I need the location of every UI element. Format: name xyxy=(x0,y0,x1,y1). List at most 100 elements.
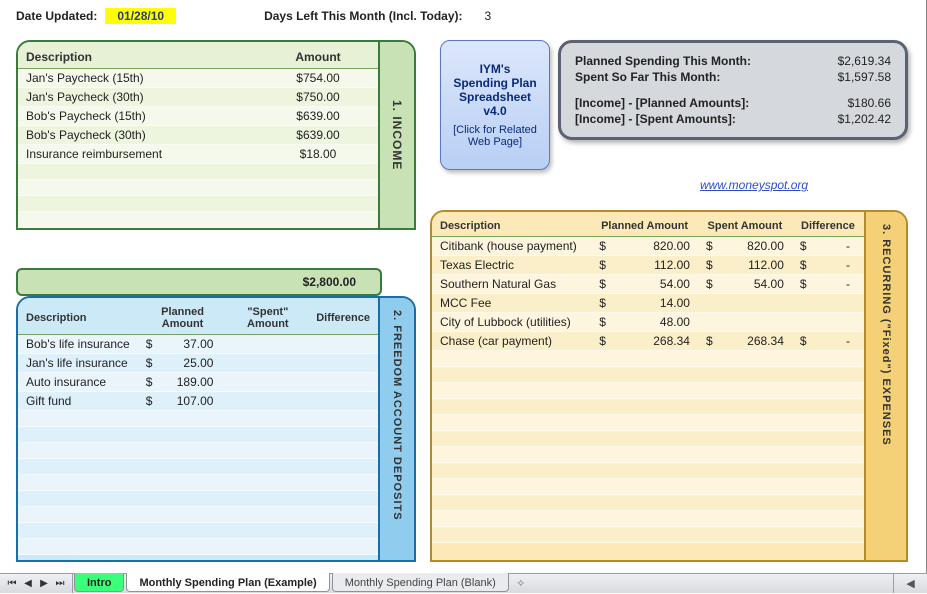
freedom-row-empty[interactable] xyxy=(18,507,378,523)
income-row[interactable]: Jan's Paycheck (30th)$750.00 xyxy=(18,88,378,107)
recurring-row-empty[interactable] xyxy=(432,431,864,447)
recurring-planned: 268.34 xyxy=(607,332,698,351)
recurring-row[interactable]: City of Lubbock (utilities) $ 48.00 xyxy=(432,313,864,332)
freedom-row-empty[interactable] xyxy=(18,459,378,475)
recurring-spent: 112.00 xyxy=(714,256,792,275)
income-row-empty[interactable] xyxy=(18,196,378,212)
summary-label: Spent So Far This Month: xyxy=(575,70,720,84)
sheet-tab-intro[interactable]: Intro xyxy=(74,573,124,592)
recurring-row-empty[interactable] xyxy=(432,415,864,431)
summary-row: Spent So Far This Month:$1,597.58 xyxy=(575,69,891,85)
currency-symbol: $ xyxy=(698,332,714,351)
summary-row: [Income] - [Spent Amounts]:$1,202.42 xyxy=(575,111,891,127)
recurring-diff: - xyxy=(808,237,864,256)
recurring-row[interactable]: Chase (car payment) $ 268.34 $268.34$- xyxy=(432,332,864,351)
income-row[interactable]: Insurance reimbursement$18.00 xyxy=(18,145,378,164)
freedom-diff xyxy=(308,392,378,411)
freedom-row[interactable]: Gift fund $ 107.00 xyxy=(18,392,378,411)
recurring-row-empty[interactable] xyxy=(432,351,864,367)
recurring-col-planned: Planned Amount xyxy=(591,212,698,237)
freedom-row-empty[interactable] xyxy=(18,539,378,555)
date-updated-value[interactable]: 01/28/10 xyxy=(105,8,176,24)
freedom-spent xyxy=(227,354,308,373)
badge-link-text: [Click for Related Web Page] xyxy=(445,124,545,148)
recurring-col-desc: Description xyxy=(432,212,591,237)
sheet-tab-bar: ⏮ ◀ ▶ ⏭ Intro Monthly Spending Plan (Exa… xyxy=(0,573,927,593)
freedom-desc: Jan's life insurance xyxy=(18,354,138,373)
income-desc: Jan's Paycheck (15th) xyxy=(18,69,258,88)
nav-first-icon[interactable]: ⏮ xyxy=(4,574,20,594)
freedom-row-empty[interactable] xyxy=(18,475,378,491)
currency-symbol: $ xyxy=(138,392,154,411)
recurring-row[interactable]: Texas Electric $ 112.00 $112.00$- xyxy=(432,256,864,275)
freedom-planned: 189.00 xyxy=(154,373,228,392)
freedom-row[interactable]: Jan's life insurance $ 25.00 xyxy=(18,354,378,373)
recurring-row-empty[interactable] xyxy=(432,383,864,399)
insert-sheet-icon[interactable]: ✧ xyxy=(510,574,532,593)
recurring-row[interactable]: Citibank (house payment) $ 820.00 $820.0… xyxy=(432,237,864,256)
summary-row: [Income] - [Planned Amounts]:$180.66 xyxy=(575,95,891,111)
badge-line2: Spending Plan xyxy=(453,76,536,90)
income-row-empty[interactable] xyxy=(18,180,378,196)
freedom-row[interactable]: Bob's life insurance $ 37.00 xyxy=(18,335,378,354)
sheet-tab-blank[interactable]: Monthly Spending Plan (Blank) xyxy=(332,573,509,592)
freedom-row-empty[interactable] xyxy=(18,443,378,459)
freedom-section: Description Planned Amount "Spent" Amoun… xyxy=(16,296,416,562)
recurring-spent: 820.00 xyxy=(714,237,792,256)
income-table: Description Amount Jan's Paycheck (15th)… xyxy=(18,42,378,228)
days-left-label: Days Left This Month (Incl. Today): xyxy=(264,9,462,23)
recurring-diff: - xyxy=(808,256,864,275)
app-badge[interactable]: IYM's Spending Plan Spreadsheet v4.0 [Cl… xyxy=(440,40,550,170)
freedom-tab-label: 2. FREEDOM ACCOUNT DEPOSITS xyxy=(391,310,403,521)
income-row[interactable]: Bob's Paycheck (30th)$639.00 xyxy=(18,126,378,145)
recurring-planned: 54.00 xyxy=(607,275,698,294)
freedom-row-empty[interactable] xyxy=(18,491,378,507)
recurring-spent: 268.34 xyxy=(714,332,792,351)
hscroll-left-icon[interactable]: ◀ xyxy=(893,574,927,593)
recurring-row-empty[interactable] xyxy=(432,527,864,543)
freedom-row-empty[interactable] xyxy=(18,523,378,539)
income-row[interactable]: Bob's Paycheck (15th)$639.00 xyxy=(18,107,378,126)
freedom-spent xyxy=(227,373,308,392)
recurring-row-empty[interactable] xyxy=(432,511,864,527)
recurring-row[interactable]: Southern Natural Gas $ 54.00 $54.00$- xyxy=(432,275,864,294)
nav-prev-icon[interactable]: ◀ xyxy=(20,574,36,594)
recurring-row-empty[interactable] xyxy=(432,479,864,495)
recurring-desc: Southern Natural Gas xyxy=(432,275,591,294)
income-row-empty[interactable] xyxy=(18,212,378,228)
recurring-tab-label: 3. RECURRING ("Fixed") EXPENSES xyxy=(880,224,892,446)
freedom-row-empty[interactable] xyxy=(18,411,378,427)
recurring-row-empty[interactable] xyxy=(432,399,864,415)
recurring-row-empty[interactable] xyxy=(432,367,864,383)
currency-symbol: $ xyxy=(138,354,154,373)
summary-value: $2,619.34 xyxy=(801,54,891,68)
nav-next-icon[interactable]: ▶ xyxy=(36,574,52,594)
income-row[interactable]: Jan's Paycheck (15th)$754.00 xyxy=(18,69,378,88)
income-total-value: $2,800.00 xyxy=(303,275,356,289)
recurring-section: Description Planned Amount Spent Amount … xyxy=(430,210,908,562)
freedom-col-spent: "Spent" Amount xyxy=(227,298,308,335)
freedom-planned: 37.00 xyxy=(154,335,228,354)
recurring-row-empty[interactable] xyxy=(432,495,864,511)
freedom-spent xyxy=(227,392,308,411)
freedom-table: Description Planned Amount "Spent" Amoun… xyxy=(18,298,378,555)
recurring-row-empty[interactable] xyxy=(432,463,864,479)
income-row-empty[interactable] xyxy=(18,164,378,180)
recurring-table: Description Planned Amount Spent Amount … xyxy=(432,212,864,543)
currency-symbol: $ xyxy=(698,275,714,294)
freedom-row[interactable]: Auto insurance $ 189.00 xyxy=(18,373,378,392)
recurring-row-empty[interactable] xyxy=(432,447,864,463)
recurring-row[interactable]: MCC Fee $ 14.00 xyxy=(432,294,864,313)
freedom-col-diff: Difference xyxy=(308,298,378,335)
recurring-desc: Citibank (house payment) xyxy=(432,237,591,256)
moneyspot-link[interactable]: www.moneyspot.org xyxy=(700,178,808,192)
freedom-diff xyxy=(308,373,378,392)
recurring-spent: 54.00 xyxy=(714,275,792,294)
sheet-tab-example[interactable]: Monthly Spending Plan (Example) xyxy=(126,573,329,592)
recurring-planned: 820.00 xyxy=(607,237,698,256)
nav-last-icon[interactable]: ⏭ xyxy=(52,574,68,594)
currency-symbol: $ xyxy=(138,373,154,392)
income-total: $2,800.00 xyxy=(16,268,382,296)
freedom-row-empty[interactable] xyxy=(18,427,378,443)
header-row: Date Updated: 01/28/10 Days Left This Mo… xyxy=(16,8,491,24)
